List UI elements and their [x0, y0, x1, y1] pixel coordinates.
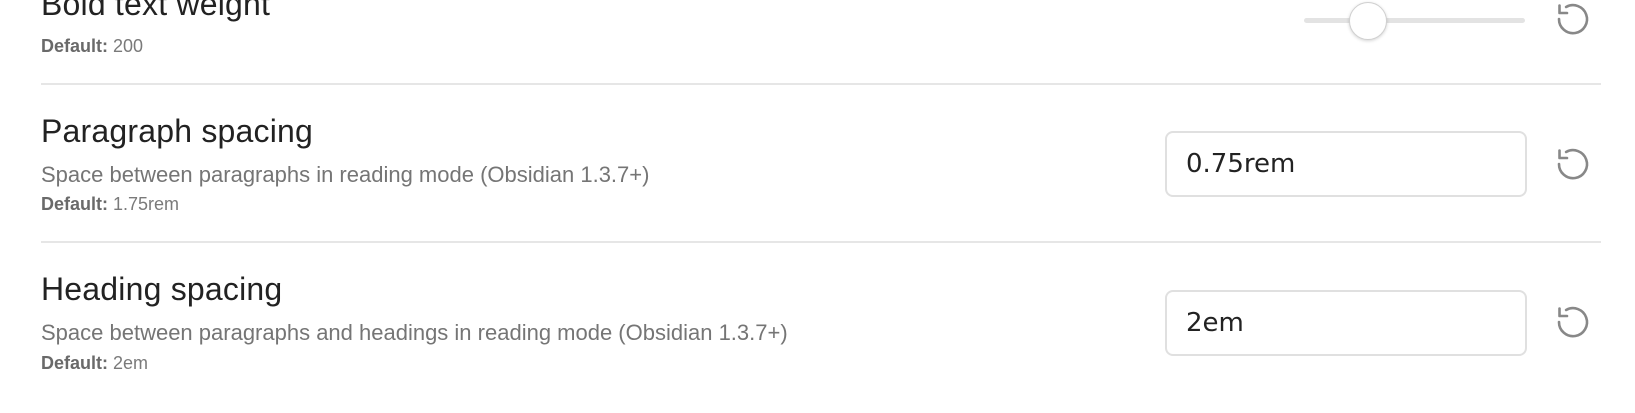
setting-description: Space between paragraphs and headings in… [41, 320, 788, 345]
paragraph-spacing-input[interactable] [1165, 131, 1527, 197]
setting-default: Default: 1.75rem [41, 194, 179, 215]
reset-bold-weight-button[interactable] [1551, 0, 1595, 41]
default-value: 200 [113, 36, 144, 56]
setting-description: Space between paragraphs in reading mode… [41, 162, 650, 187]
default-label: Default: [41, 353, 108, 373]
default-label: Default: [41, 36, 108, 56]
setting-default: Default: 200 [41, 36, 143, 57]
default-label: Default: [41, 194, 108, 214]
heading-spacing-input[interactable] [1165, 290, 1527, 356]
reset-heading-spacing-button[interactable] [1551, 300, 1595, 344]
reset-icon [1557, 3, 1589, 35]
setting-default: Default: 2em [41, 353, 148, 374]
default-value: 1.75rem [113, 194, 180, 214]
setting-title: Heading spacing [41, 271, 283, 307]
settings-page: Bold text weight Default: 200 Paragraph … [0, 0, 1635, 413]
setting-title: Bold text weight [41, 0, 271, 22]
reset-paragraph-spacing-button[interactable] [1551, 142, 1595, 186]
reset-icon [1557, 148, 1589, 180]
slider-thumb[interactable] [1349, 1, 1388, 40]
default-value: 2em [113, 353, 149, 373]
setting-title: Paragraph spacing [41, 113, 314, 149]
reset-icon [1557, 306, 1589, 338]
bold-weight-slider[interactable] [1304, 1, 1525, 40]
